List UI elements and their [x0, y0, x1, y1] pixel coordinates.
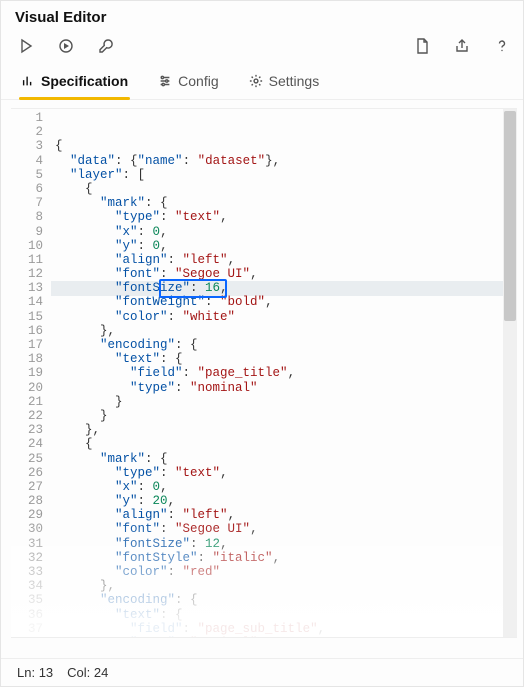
code-editor[interactable]: 1234567891011121314151617181920212223242…	[11, 108, 517, 638]
status-col-value: 24	[94, 665, 108, 680]
code-line[interactable]: }	[55, 409, 517, 423]
code-line[interactable]: "type": "text",	[55, 210, 517, 224]
code-line[interactable]: }	[55, 395, 517, 409]
code-line[interactable]: ▾ "layer": [	[55, 168, 517, 182]
gutter-line-number: 12	[11, 267, 43, 281]
gutter-line-number: 37	[11, 622, 43, 636]
gutter-line-number: 2	[11, 125, 43, 139]
gutter-line-number: 34	[11, 579, 43, 593]
gutter-line-number: 36	[11, 608, 43, 622]
gutter-line-number: 15	[11, 310, 43, 324]
sliders-icon	[158, 74, 172, 88]
code-line[interactable]: "font": "Segoe UI",	[55, 522, 517, 536]
code-line[interactable]: ▾{	[55, 139, 517, 153]
code-line[interactable]: "font": "Segoe UI",	[55, 267, 517, 281]
code-line[interactable]: ▾ "encoding": {	[55, 338, 517, 352]
gutter-line-number: 19	[11, 366, 43, 380]
collapse-panel-button[interactable]	[503, 7, 511, 27]
gutter-line-number: 3	[11, 139, 43, 153]
code-line[interactable]: ▾ {	[55, 182, 517, 196]
code-line[interactable]: "x": 0,	[55, 480, 517, 494]
gutter-line-number: 35	[11, 593, 43, 607]
gutter-line-number: 33	[11, 565, 43, 579]
code-line[interactable]: "fontSize": 16,	[55, 281, 517, 295]
help-icon[interactable]	[493, 37, 511, 55]
status-ln-value: 13	[39, 665, 53, 680]
status-ln-label: Ln:	[17, 665, 35, 680]
tab-settings[interactable]: Settings	[247, 67, 322, 99]
tab-specification[interactable]: Specification	[19, 67, 130, 99]
new-file-icon[interactable]	[413, 37, 431, 55]
gutter-line-number: 8	[11, 210, 43, 224]
gutter-line-number: 30	[11, 522, 43, 536]
code-line[interactable]: "fontStyle": "italic",	[55, 551, 517, 565]
gutter-line-number: 31	[11, 537, 43, 551]
code-line[interactable]: ▾ "text": {	[55, 608, 517, 622]
code-line[interactable]: "data": {"name": "dataset"},	[55, 154, 517, 168]
code-line[interactable]: "align": "left",	[55, 253, 517, 267]
gutter-line-number: 21	[11, 395, 43, 409]
gutter-line-number: 26	[11, 466, 43, 480]
code-line[interactable]: "type": "nominal"	[55, 381, 517, 395]
gutter-line-number: 28	[11, 494, 43, 508]
bar-chart-icon	[21, 74, 35, 88]
export-icon[interactable]	[453, 37, 471, 55]
gutter-line-number: 10	[11, 239, 43, 253]
code-line[interactable]: },	[55, 324, 517, 338]
code-line[interactable]: "color": "red"	[55, 565, 517, 579]
code-line[interactable]: "type": "nominal"	[55, 636, 517, 637]
gear-icon	[249, 74, 263, 88]
gutter-line-number: 23	[11, 423, 43, 437]
status-col-label: Col:	[67, 665, 90, 680]
code-line[interactable]: "x": 0,	[55, 225, 517, 239]
code-line[interactable]: ▾ "mark": {	[55, 196, 517, 210]
gutter-line-number: 27	[11, 480, 43, 494]
gutter-line-number: 7	[11, 196, 43, 210]
gutter-line-number: 9	[11, 225, 43, 239]
tab-label: Specification	[41, 73, 128, 89]
code-line[interactable]: "align": "left",	[55, 508, 517, 522]
wrench-icon[interactable]	[97, 37, 115, 55]
run-cycle-icon[interactable]	[57, 37, 75, 55]
code-line[interactable]: "fontSize": 12,	[55, 537, 517, 551]
gutter-line-number: 17	[11, 338, 43, 352]
gutter-line-number: 32	[11, 551, 43, 565]
gutter-line-number: 18	[11, 352, 43, 366]
gutter-line-number: 25	[11, 452, 43, 466]
tab-config[interactable]: Config	[156, 67, 220, 99]
gutter-line-number: 14	[11, 295, 43, 309]
code-line[interactable]: ▾ {	[55, 437, 517, 451]
code-line[interactable]: ▾ "mark": {	[55, 452, 517, 466]
code-line[interactable]: "field": "page_sub_title",	[55, 622, 517, 636]
gutter-line-number: 16	[11, 324, 43, 338]
code-line[interactable]: },	[55, 579, 517, 593]
gutter-line-number: 5	[11, 168, 43, 182]
gutter-line-number: 1	[11, 111, 43, 125]
status-bar: Ln: 13 Col: 24	[1, 658, 523, 686]
play-icon[interactable]	[17, 37, 35, 55]
gutter-line-number: 6	[11, 182, 43, 196]
gutter-line-number: 4	[11, 154, 43, 168]
code-line[interactable]: "type": "text",	[55, 466, 517, 480]
tab-label: Settings	[269, 73, 320, 89]
gutter-line-number: 13	[11, 281, 43, 295]
code-line[interactable]: "field": "page_title",	[55, 366, 517, 380]
code-line[interactable]: "fontWeight": "bold",	[55, 295, 517, 309]
code-line[interactable]: "color": "white"	[55, 310, 517, 324]
code-line[interactable]: "y": 20,	[55, 494, 517, 508]
code-line[interactable]: "y": 0,	[55, 239, 517, 253]
code-line[interactable]: },	[55, 423, 517, 437]
gutter-line-number: 11	[11, 253, 43, 267]
gutter-line-number: 20	[11, 381, 43, 395]
panel-title: Visual Editor	[15, 9, 106, 26]
tab-label: Config	[178, 73, 218, 89]
gutter-line-number: 22	[11, 409, 43, 423]
gutter-line-number: 24	[11, 437, 43, 451]
gutter-line-number: 29	[11, 508, 43, 522]
code-line[interactable]: ▾ "encoding": {	[55, 593, 517, 607]
code-line[interactable]: ▾ "text": {	[55, 352, 517, 366]
